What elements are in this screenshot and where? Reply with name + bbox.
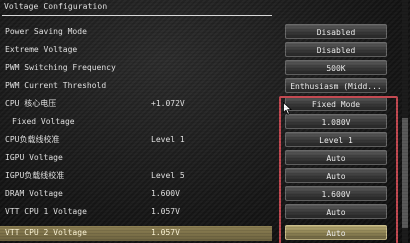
current-value-vtt-cpu-2-voltage: 1.057V: [151, 228, 180, 237]
pwm-switching-frequency-button[interactable]: 500K: [285, 60, 387, 75]
current-value-vtt-cpu-1-voltage: 1.057V: [151, 207, 180, 216]
setting-label-cpu-load-line: CPU负载线校准: [5, 135, 60, 144]
title-divider: [2, 15, 272, 16]
extreme-voltage-button[interactable]: Disabled: [285, 42, 387, 57]
setting-label-extreme-voltage: Extreme Voltage: [5, 45, 78, 54]
setting-label-vtt-cpu-1-voltage: VTT CPU 1 Voltage: [5, 207, 87, 216]
setting-label-fixed-voltage: Fixed Voltage: [12, 117, 75, 126]
page-title: Voltage Configuration: [4, 2, 108, 11]
current-value-dram-voltage: 1.600V: [151, 189, 180, 198]
power-saving-mode-button[interactable]: Disabled: [285, 24, 387, 39]
setting-label-dram-voltage: DRAM Voltage: [5, 189, 63, 198]
scrollbar-thumb[interactable]: [402, 118, 408, 228]
setting-label-igpu-voltage: IGPU Voltage: [5, 153, 63, 162]
setting-label-cpu-core-voltage: CPU 核心电压: [5, 99, 57, 108]
setting-label-vtt-cpu-2-voltage: VTT CPU 2 Voltage: [5, 228, 87, 237]
current-value-igpu-load-line: Level 5: [151, 171, 185, 180]
setting-label-pwm-current-threshold: PWM Current Threshold: [5, 81, 107, 90]
pwm-current-threshold-button[interactable]: Enthusiasm (Midd...: [285, 78, 387, 93]
setting-label-igpu-load-line: IGPU负载线校准: [5, 171, 65, 180]
mouse-cursor-icon: [283, 102, 292, 115]
setting-label-power-saving-mode: Power Saving Mode: [5, 27, 87, 36]
current-value-cpu-core-voltage: +1.072V: [151, 99, 185, 108]
bios-screen: Voltage Configuration Power Saving Mode …: [0, 0, 410, 243]
current-value-cpu-load-line: Level 1: [151, 135, 185, 144]
highlight-annotation-box: [279, 96, 398, 243]
setting-label-pwm-switching-frequency: PWM Switching Frequency: [5, 63, 116, 72]
